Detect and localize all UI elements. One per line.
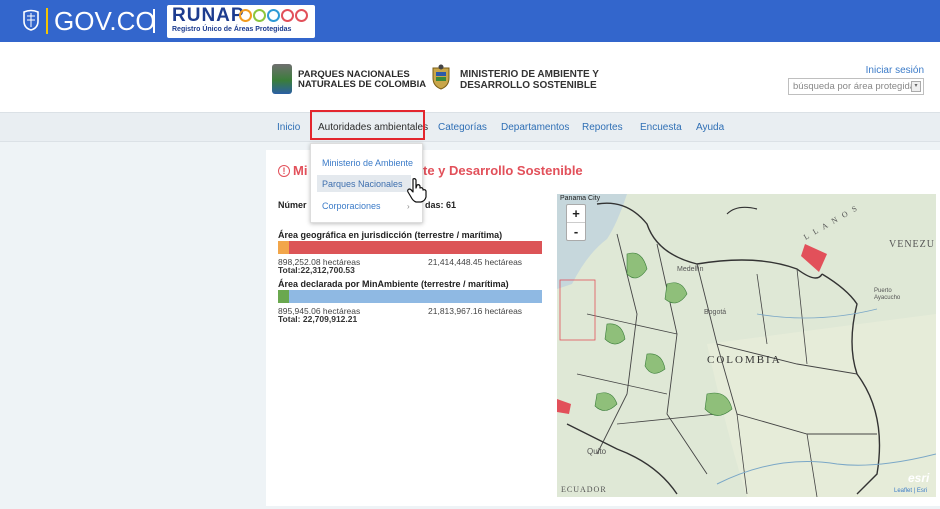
gov-top-bar: GOV.CO RUNAP Registro Único de Áreas Pro… bbox=[0, 0, 940, 42]
nav-inicio[interactable]: Inicio bbox=[277, 122, 300, 133]
min-line2: DESARROLLO SOSTENIBLE bbox=[460, 80, 597, 91]
search-placeholder: búsqueda por área protegida bbox=[793, 81, 916, 92]
jurisdiction-area-bar[interactable] bbox=[278, 241, 542, 254]
page-title-prefix: Mi bbox=[293, 163, 308, 178]
info-icon: ! bbox=[278, 165, 290, 177]
colombia-shield-icon bbox=[23, 9, 39, 31]
map-canvas bbox=[557, 194, 936, 497]
bar-segment-maritime bbox=[289, 241, 542, 254]
ministerio-logo[interactable]: MINISTERIO DE AMBIENTE Y DESARROLLO SOST… bbox=[430, 62, 630, 98]
min-line1: MINISTERIO DE AMBIENTE Y bbox=[460, 69, 599, 80]
map-label-panama: Panama City bbox=[560, 195, 601, 202]
esri-logo: esri bbox=[908, 471, 930, 485]
gov-separator bbox=[46, 8, 48, 34]
map-label-medellin: Medellín bbox=[677, 266, 704, 273]
declared-area-title: Área declarada por MinAmbiente (terrestr… bbox=[278, 279, 509, 289]
zoom-out-button[interactable]: - bbox=[567, 223, 585, 240]
nav-ayuda[interactable]: Ayuda bbox=[696, 122, 724, 133]
bar-segment-terrestrial bbox=[278, 290, 289, 303]
page-title-end: te y Desarrollo Sostenible bbox=[423, 163, 583, 178]
runap-title: RUNAP bbox=[172, 5, 245, 26]
menu-item-ministerio-ambiente[interactable]: Ministerio de Ambiente bbox=[322, 158, 413, 168]
runap-dot bbox=[281, 9, 294, 22]
map-label-bogota: Bogotá bbox=[704, 309, 727, 316]
chevron-down-icon[interactable]: ▾ bbox=[911, 81, 921, 92]
runap-dot bbox=[267, 9, 280, 22]
map-label-venezuela: VENEZU bbox=[889, 239, 935, 250]
runap-dot bbox=[295, 9, 308, 22]
main-nav: Inicio Autoridades ambientales Categoría… bbox=[0, 112, 940, 142]
pnn-badge-icon bbox=[272, 64, 292, 94]
map-label-puerto-ayacucho: Puerto Ayacucho bbox=[874, 288, 901, 301]
nav-departamentos[interactable]: Departamentos bbox=[501, 122, 569, 133]
declared-right-value: 21,813,967.16 hectáreas bbox=[428, 306, 523, 316]
area-count-value: das: 61 bbox=[425, 200, 457, 210]
declared-total: Total: 22,709,912.21 bbox=[278, 314, 358, 324]
gov-divider bbox=[153, 9, 155, 33]
nav-categorias[interactable]: Categorías bbox=[438, 122, 487, 133]
pnn-logo[interactable]: PARQUES NACIONALES NATURALES DE COLOMBIA bbox=[272, 62, 426, 98]
runap-color-dots bbox=[239, 9, 309, 23]
runap-dot bbox=[239, 9, 252, 22]
jurisdiction-right-value: 21,414,448.45 hectáreas bbox=[428, 257, 523, 267]
jurisdiction-area-title: Área geográfica en jurisdicción (terrest… bbox=[278, 230, 503, 240]
submenu-chevron-right-icon: › bbox=[407, 202, 410, 211]
area-count-label: Númer bbox=[278, 200, 307, 210]
nav-reportes[interactable]: Reportes bbox=[582, 122, 623, 133]
map-label-quito: Quito bbox=[587, 447, 607, 456]
map-attribution[interactable]: Leaflet | Esri bbox=[894, 488, 927, 494]
bar-segment-terrestrial bbox=[278, 241, 289, 254]
login-link[interactable]: Iniciar sesión bbox=[866, 65, 924, 76]
left-sidebar bbox=[0, 142, 258, 509]
pnn-line2: NATURALES DE COLOMBIA bbox=[298, 79, 427, 90]
map-label-colombia: COLOMBIA bbox=[707, 354, 782, 366]
runap-subtitle: Registro Único de Áreas Protegidas bbox=[172, 26, 292, 33]
map-zoom-control: + - bbox=[566, 204, 586, 241]
ministerio-logo-text: MINISTERIO DE AMBIENTE Y DESARROLLO SOST… bbox=[460, 69, 599, 91]
declared-area-bar[interactable] bbox=[278, 290, 542, 303]
page-title-start: ! Mi bbox=[278, 163, 307, 178]
runap-logo[interactable]: RUNAP Registro Único de Áreas Protegidas bbox=[167, 5, 315, 38]
menu-item-corporaciones[interactable]: Corporaciones bbox=[322, 201, 381, 211]
zoom-in-button[interactable]: + bbox=[567, 205, 585, 222]
map-label-ecuador: ECUADOR bbox=[561, 485, 607, 494]
runap-dot bbox=[253, 9, 266, 22]
protected-area-search-select[interactable]: búsqueda por área protegida ▾ bbox=[788, 78, 924, 95]
active-nav-highlight bbox=[310, 110, 425, 140]
menu-item-parques-nacionales[interactable]: Parques Nacionales bbox=[322, 179, 403, 189]
hand-pointer-cursor-icon bbox=[407, 178, 427, 203]
jurisdiction-total: Total:22,312,700.53 bbox=[278, 265, 355, 275]
gov-co-logo[interactable]: GOV.CO bbox=[54, 6, 156, 36]
nav-encuesta[interactable]: Encuesta bbox=[640, 122, 682, 133]
bar-segment-maritime bbox=[289, 290, 542, 303]
protected-areas-map[interactable]: Panama City VENEZU COLOMBIA Quito ECUADO… bbox=[557, 194, 936, 497]
pnn-logo-text: PARQUES NACIONALES NATURALES DE COLOMBIA bbox=[298, 70, 426, 90]
ministerio-shield-icon bbox=[432, 64, 450, 90]
